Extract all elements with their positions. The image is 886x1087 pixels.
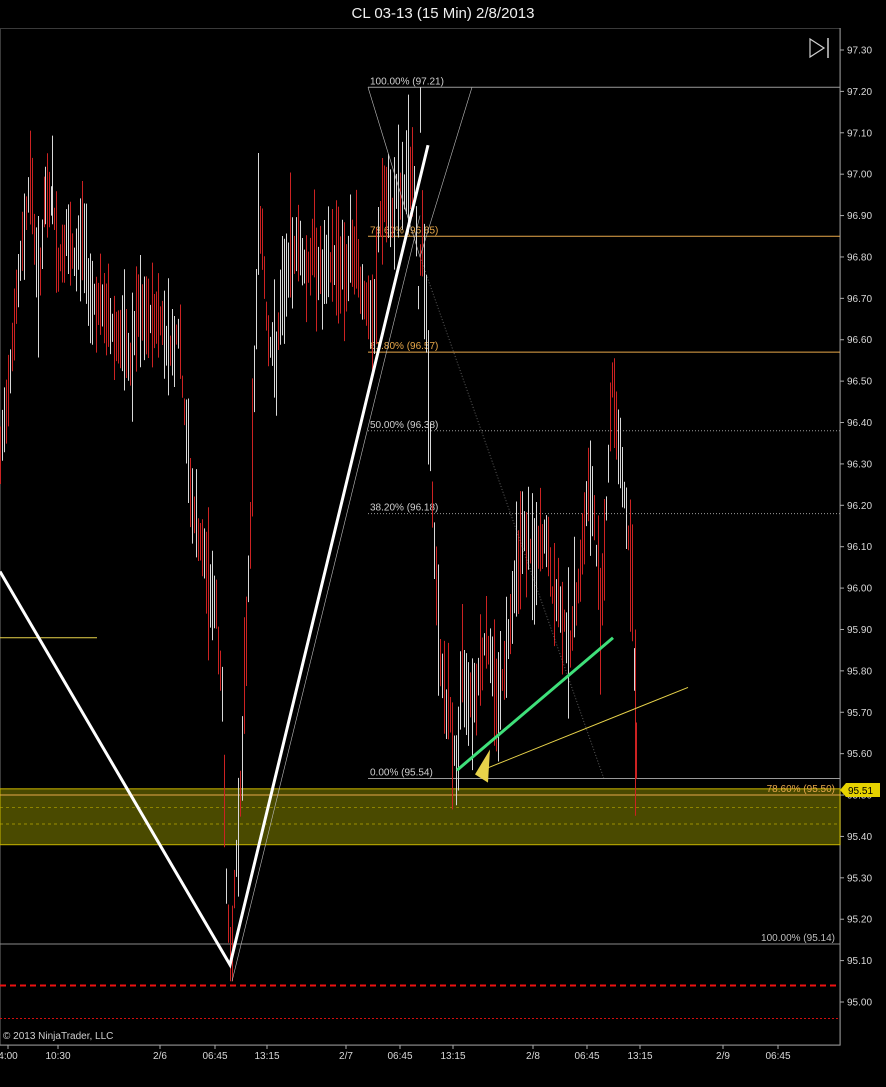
- x-tick-label: 4:00: [0, 1051, 18, 1062]
- zone-rect: [0, 788, 841, 846]
- play-icon[interactable]: [809, 37, 829, 59]
- fib-label: 100.00% (97.21): [370, 76, 444, 87]
- y-tick-label: 97.10: [847, 128, 872, 139]
- x-tick-label: 06:45: [387, 1051, 412, 1062]
- y-tick-label: 95.00: [847, 998, 872, 1009]
- y-tick-label: 95.60: [847, 749, 872, 760]
- price-marker: 95.51: [840, 783, 880, 797]
- y-tick-label: 97.30: [847, 46, 872, 57]
- y-tick-label: 97.00: [847, 170, 872, 181]
- x-tick-label: 2/7: [339, 1051, 353, 1062]
- price-chart: 100.00% (97.21)78.60% (96.85)61.80% (96.…: [0, 28, 880, 1062]
- price-bars: [0, 87, 637, 982]
- y-tick-label: 97.20: [847, 87, 872, 98]
- fib-label: 0.00% (95.54): [370, 767, 433, 778]
- x-tick-label: 13:15: [627, 1051, 652, 1062]
- y-tick-label: 96.40: [847, 418, 872, 429]
- y-tick-label: 96.60: [847, 335, 872, 346]
- x-tick-label: 2/9: [716, 1051, 730, 1062]
- y-tick-label: 95.80: [847, 666, 872, 677]
- x-tick-label: 2/6: [153, 1051, 167, 1062]
- y-tick-label: 96.10: [847, 542, 872, 553]
- support-zone: [0, 788, 841, 846]
- y-tick-label: 95.20: [847, 915, 872, 926]
- y-tick-label: 96.50: [847, 377, 872, 388]
- fib-label: 100.00% (95.14): [761, 933, 835, 944]
- fan-line: [419, 256, 605, 779]
- x-tick-label: 2/8: [526, 1051, 540, 1062]
- y-tick-label: 96.80: [847, 252, 872, 263]
- fib-label: 78.60% (95.50): [767, 784, 835, 795]
- fan-line: [419, 87, 473, 258]
- y-tick-label: 96.90: [847, 211, 872, 222]
- x-tick-label: 06:45: [765, 1051, 790, 1062]
- x-axis: 4:00 10:30 2/6 06:45 13:15 2/7 06:45 13:15 2/8 06…: [0, 1045, 791, 1062]
- y-tick-label: 95.40: [847, 832, 872, 843]
- y-tick-label: 95.70: [847, 708, 872, 719]
- yellow-trend-line: [481, 686, 689, 771]
- x-tick-label: 13:15: [254, 1051, 279, 1062]
- y-tick-label: 95.90: [847, 625, 872, 636]
- y-tick-label: 96.00: [847, 584, 872, 595]
- fan-line: [231, 215, 421, 982]
- x-tick-label: 06:45: [202, 1051, 227, 1062]
- fib-label: 38.20% (96.18): [370, 503, 438, 514]
- y-tick-label: 95.10: [847, 956, 872, 967]
- y-tick-label: 96.70: [847, 294, 872, 305]
- x-tick-label: 13:15: [440, 1051, 465, 1062]
- fibonacci-levels: 100.00% (97.21)78.60% (96.85)61.80% (96.…: [0, 76, 840, 1019]
- x-tick-label: 10:30: [45, 1051, 70, 1062]
- y-tick-label: 96.30: [847, 459, 872, 470]
- y-axis: 97.30 97.20 97.10 97.00 96.90 96.80 96.70 96.60…: [840, 46, 872, 1009]
- copyright-text: © 2013 NinjaTrader, LLC: [3, 1031, 113, 1042]
- x-tick-label: 06:45: [574, 1051, 599, 1062]
- svg-text:95.51: 95.51: [848, 786, 873, 797]
- y-tick-label: 95.30: [847, 873, 872, 884]
- y-tick-label: 96.20: [847, 501, 872, 512]
